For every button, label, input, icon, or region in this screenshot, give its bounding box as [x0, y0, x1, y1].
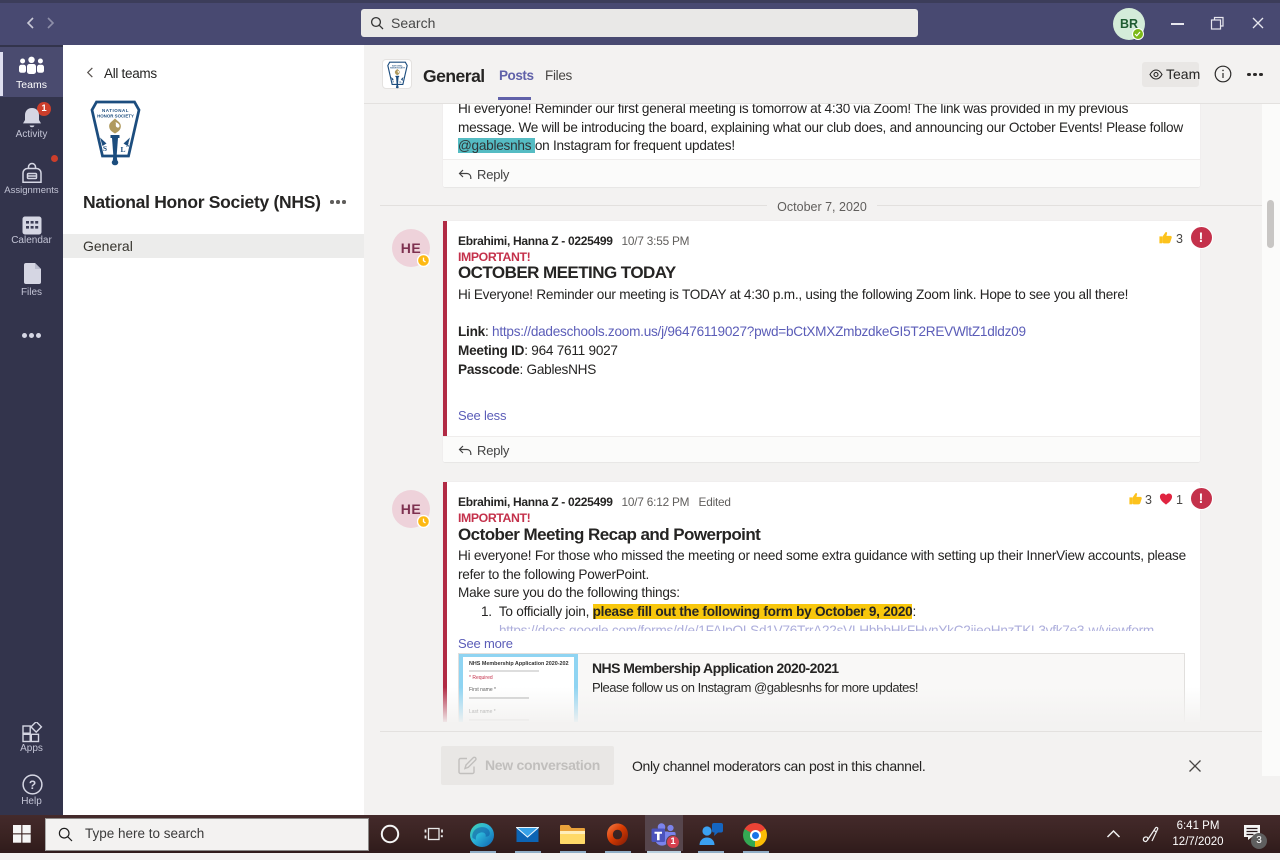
svg-text:?: ?: [29, 778, 36, 792]
